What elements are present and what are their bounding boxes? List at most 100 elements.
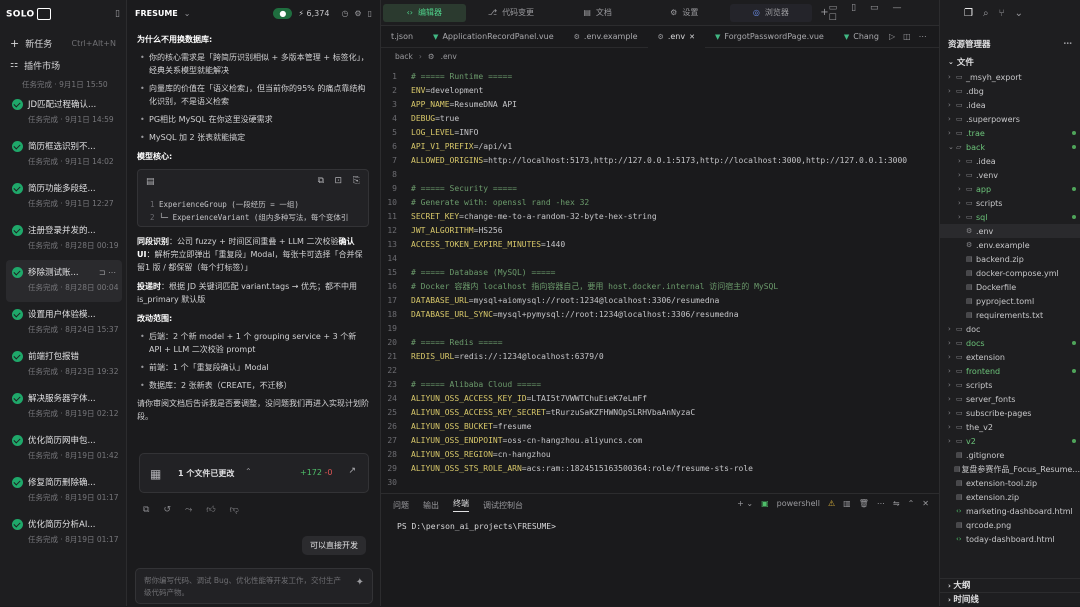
tree-item[interactable]: ▤ Dockerfile (940, 280, 1080, 294)
terminal-tab[interactable]: 终端 (453, 498, 469, 512)
project-name[interactable]: FRESUME (135, 9, 178, 18)
tree-item[interactable]: › ▭ server_fonts (940, 392, 1080, 406)
tree-item[interactable]: ‹› today-dashboard.html (940, 532, 1080, 546)
task-item[interactable]: 前端打包报错 任务完成 · 8月23日 19:32 (6, 344, 122, 386)
timeline-section[interactable]: › 时间线 (940, 592, 1080, 606)
sidebar-toggle-icon[interactable]: ▯ (115, 9, 120, 19)
task-item[interactable]: JD匹配过程确认... 任务完成 · 9月1日 14:59 (6, 92, 122, 134)
tree-item[interactable]: ⚙ .env (940, 224, 1080, 238)
close-icon[interactable]: ✕ (922, 499, 929, 508)
tree-item[interactable]: ⚙ .env.example (940, 238, 1080, 252)
settings-icon[interactable]: ⇋ (893, 499, 900, 508)
tree-item[interactable]: › ▭ extension (940, 350, 1080, 364)
file-tab[interactable]: ⚙ .env.example (564, 26, 648, 48)
terminal-prompt[interactable]: PS D:\person_ai_projects\FRESUME> (397, 522, 556, 531)
tree-item[interactable]: ▤ extension-tool.zip (940, 476, 1080, 490)
close-tab-icon[interactable]: ✕ (689, 33, 695, 41)
insert-icon[interactable]: ⊡ (334, 175, 342, 188)
run-icon[interactable]: ▷◫⋯ (889, 32, 935, 41)
more-icon[interactable]: ⋯ (877, 499, 885, 508)
tree-item[interactable]: › ▭ frontend (940, 364, 1080, 378)
search-icon[interactable]: ⌕ (983, 8, 989, 19)
task-item[interactable]: 注册登录并发的... 任务完成 · 8月28日 00:19 (6, 218, 122, 260)
file-tab[interactable]: ▼ ApplicationRecordPanel.vue (423, 26, 564, 48)
trash-icon[interactable]: 🗑︎ (859, 499, 869, 508)
files-section-header[interactable]: ⌄ 文件 (940, 54, 1080, 70)
chevron-down-icon[interactable]: ⌄ (1015, 8, 1023, 19)
tree-item[interactable]: ‹› marketing-dashboard.html (940, 504, 1080, 518)
tree-item[interactable]: › ▭ .venv (940, 168, 1080, 182)
task-item[interactable]: 简历框选识别不... 任务完成 · 9月1日 14:02 (6, 134, 122, 176)
branch-badge[interactable]: ● (273, 7, 293, 19)
add-tab-icon[interactable]: + (820, 7, 828, 18)
window-controls[interactable]: ▭▯▭—☐ (829, 3, 929, 23)
files-icon[interactable]: ❐ (964, 8, 973, 19)
task-item[interactable]: 设置用户体验模... 任务完成 · 8月24日 15:37 (6, 302, 122, 344)
tree-item[interactable]: › ▭ _msyh_export (940, 70, 1080, 84)
outline-section[interactable]: › 大纲 (940, 578, 1080, 592)
apply-icon[interactable]: ⎘ (353, 175, 360, 188)
task-item[interactable]: 移除测试账... ⊐ ⋯ 任务完成 · 8月28日 00:04 (6, 260, 122, 302)
tree-item[interactable]: › ▭ scripts (940, 378, 1080, 392)
sparkle-icon[interactable]: ✦ (356, 577, 364, 588)
tree-item[interactable]: › ▭ app (940, 182, 1080, 196)
tree-item[interactable]: › ▭ .dbg (940, 84, 1080, 98)
tree-item[interactable]: › ▭ docs (940, 336, 1080, 350)
tree-item[interactable]: › ▭ scripts (940, 196, 1080, 210)
history-icon[interactable]: ◷ (341, 9, 348, 18)
copy-icon[interactable]: ⧉ (318, 175, 324, 188)
file-tab[interactable]: t.json (381, 26, 423, 48)
tree-item[interactable]: › ▭ the_v2 (940, 420, 1080, 434)
tree-item[interactable]: ▤ 复盘参赛作品_Focus_Resume... (940, 462, 1080, 476)
share-icon[interactable]: ⤳ (185, 505, 192, 515)
split-icon[interactable]: ▥ (843, 499, 851, 508)
breadcrumb-folder[interactable]: back (395, 52, 413, 61)
more-icon[interactable]: ⋯ (1064, 39, 1073, 49)
tab-diff[interactable]: ⎇ 代码变更 (470, 4, 553, 22)
task-actions[interactable]: ⊐ ⋯ (99, 268, 116, 277)
task-item[interactable]: 优化简历网申包... 任务完成 · 8月19日 01:42 (6, 428, 122, 470)
tree-item[interactable]: › ▭ sql (940, 210, 1080, 224)
file-tab[interactable]: ▼ ForgotPasswordPage.vue (705, 26, 834, 48)
source-control-icon[interactable]: ⑂ (999, 8, 1005, 19)
tree-item[interactable]: › ▭ subscribe-pages (940, 406, 1080, 420)
tree-item[interactable]: ▤ qrcode.png (940, 518, 1080, 532)
terminal-tab[interactable]: 输出 (423, 500, 439, 511)
tree-item[interactable]: ▤ backend.zip (940, 252, 1080, 266)
file-tab[interactable]: ⚙ .env ✕ (647, 25, 705, 48)
open-diff-icon[interactable]: ↗ (348, 466, 356, 476)
tree-item[interactable]: › ▭ .idea (940, 154, 1080, 168)
tab-code[interactable]: ‹› 编辑器 (383, 3, 466, 22)
task-item[interactable]: 简历功能多段经... 任务完成 · 9月1日 12:27 (6, 176, 122, 218)
files-changed-card[interactable]: ▦ 1 个文件已更改 ⌃ +172 -0 ↗ (139, 453, 369, 493)
tree-item[interactable]: ▤ extension.zip (940, 490, 1080, 504)
file-tab[interactable]: ▼ Chang (834, 26, 889, 48)
tab-doc[interactable]: ▤ 文档 (556, 4, 639, 22)
tree-item[interactable]: ▤ docker-compose.yml (940, 266, 1080, 280)
panel-icon[interactable]: ▯ (368, 9, 372, 18)
task-item[interactable]: 解决服务器字体... 任务完成 · 8月19日 02:12 (6, 386, 122, 428)
terminal-tab[interactable]: 问题 (393, 500, 409, 511)
tab-browser[interactable]: ◎ 浏览器 (729, 3, 813, 22)
tree-item[interactable]: › ▭ .superpowers (940, 112, 1080, 126)
add-terminal-icon[interactable]: + ⌄ (737, 499, 753, 508)
tree-item[interactable]: › ▭ .trae (940, 126, 1080, 140)
breadcrumb-file[interactable]: .env (441, 52, 457, 61)
chevron-up-icon[interactable]: ⌃ (908, 499, 915, 508)
tree-item[interactable]: ▤ pyproject.toml (940, 294, 1080, 308)
chevron-down-icon[interactable]: ⌄ (184, 9, 191, 18)
shell-label[interactable]: powershell (777, 499, 820, 508)
thumbs-up-icon[interactable]: 👍︎ (206, 505, 215, 515)
code-view[interactable]: 1 # ===== Runtime ===== 2 ENV = development 3 A… (381, 70, 939, 490)
tree-item[interactable]: › ▭ doc (940, 322, 1080, 336)
tree-item[interactable]: ▤ .gitignore (940, 448, 1080, 462)
expand-icon[interactable]: ⌃ (245, 467, 252, 476)
tree-item[interactable]: › ▭ .idea (940, 98, 1080, 112)
tree-item[interactable]: ⌄ ▱ back (940, 140, 1080, 154)
terminal-tab[interactable]: 调试控制台 (483, 500, 523, 511)
chat-input[interactable]: 帮你编写代码、调试 Bug、优化性能等开发工作，交付生产级代码产物。 ✦ (135, 568, 373, 604)
plugin-market-button[interactable]: ⚏ 插件市场 (0, 54, 126, 76)
settings-icon[interactable]: ⚙ (354, 9, 361, 18)
tab-settings[interactable]: ⚙ 设置 (643, 4, 726, 22)
tree-item[interactable]: › ▭ v2 (940, 434, 1080, 448)
